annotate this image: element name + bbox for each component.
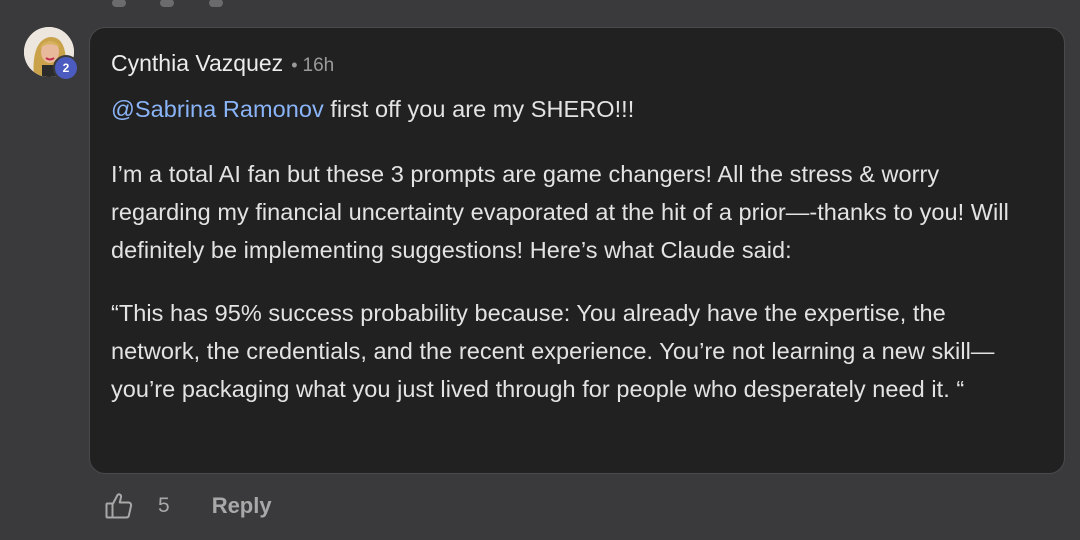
comment-actions: 5 Reply: [104, 486, 272, 526]
previous-count-fragment: [160, 0, 175, 7]
meta-separator: •: [291, 55, 298, 75]
like-count: 5: [158, 494, 170, 517]
comment-header: Cynthia Vazquez • 16h: [111, 50, 1040, 80]
previous-like-icon-fragment: [112, 0, 126, 7]
user-mention-link[interactable]: @Sabrina Ramonov: [111, 96, 324, 122]
author-name[interactable]: Cynthia Vazquez: [111, 50, 283, 77]
comment-timestamp[interactable]: 16h: [303, 55, 335, 77]
author-avatar[interactable]: 2: [24, 27, 79, 81]
reply-button[interactable]: Reply: [212, 493, 272, 519]
paragraph-1-text: first off you are my SHERO!!!: [323, 96, 635, 122]
comment-bubble: Cynthia Vazquez • 16h @Sabrina Ramonov f…: [89, 27, 1065, 474]
comment-paragraph-2: I’m a total AI fan but these 3 prompts a…: [111, 161, 1009, 263]
avatar-badge: 2: [53, 55, 79, 81]
thumbs-up-icon[interactable]: [104, 491, 134, 521]
comment-paragraph-1: @Sabrina Ramonov first off you are my SH…: [111, 90, 1040, 128]
previous-reply-fragment: [208, 0, 223, 7]
previous-comment-actions-remnant: [112, 0, 272, 7]
comment-paragraph-3: “This has 95% success probability becaus…: [111, 300, 995, 402]
